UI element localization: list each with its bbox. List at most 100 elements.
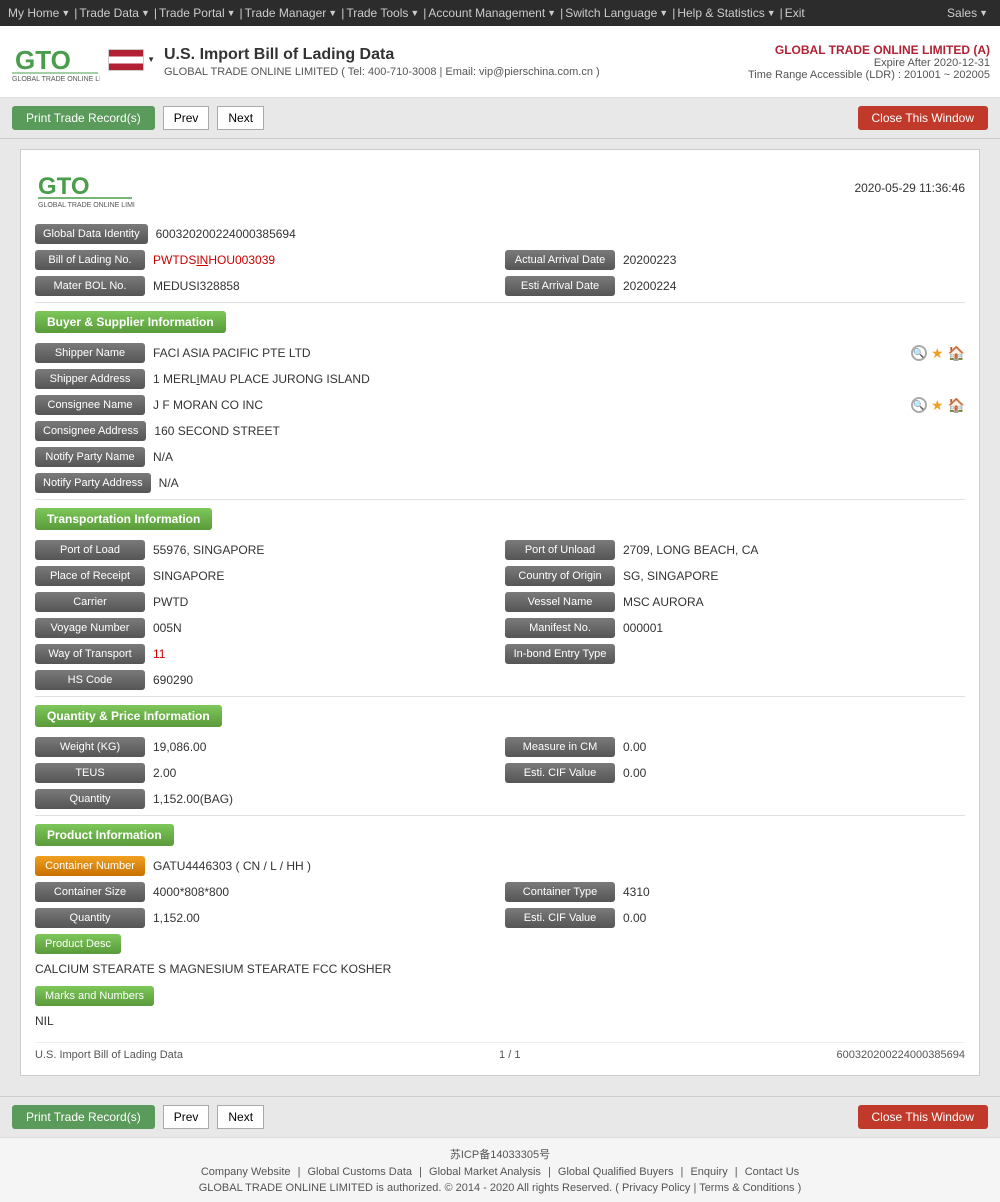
record-footer-center: 1 / 1 [499,1049,520,1061]
country-of-origin-value: SG, SINGAPORE [623,569,965,583]
nav-trade-data[interactable]: Trade Data ▼ [79,6,152,20]
nav-trade-tools[interactable]: Trade Tools ▼ [346,6,421,20]
prev-button-top[interactable]: Prev [163,106,210,130]
page-header: GTO GLOBAL TRADE ONLINE LIMITED U.S. Imp… [0,26,1000,98]
marks-label: Marks and Numbers [35,986,154,1006]
bol-no-label: Bill of Lading No. [35,250,145,270]
voyage-manifest-row: Voyage Number 005N Manifest No. 000001 [35,618,965,638]
nav-account-management[interactable]: Account Management ▼ [428,6,558,20]
transportation-title: Transportation Information [35,508,212,530]
global-data-identity-value: 600320200224000385694 [156,227,965,241]
vessel-name-value: MSC AURORA [623,595,965,609]
consignee-icons: 🔍 ★ 🏠 [911,397,965,414]
account-info: GLOBAL TRADE ONLINE LIMITED (A) Expire A… [748,43,990,81]
nav-switch-language[interactable]: Switch Language ▼ [565,6,670,20]
esti-arrival-value: 20200224 [623,279,965,293]
nav-trade-portal[interactable]: Trade Portal ▼ [159,6,238,20]
close-button-bottom[interactable]: Close This Window [858,1105,988,1129]
hs-code-label: HS Code [35,670,145,690]
vessel-name-col: Vessel Name MSC AURORA [505,592,965,612]
port-of-load-label: Port of Load [35,540,145,560]
buyer-supplier-section: Buyer & Supplier Information Shipper Nam… [35,311,965,493]
footer-global-customs[interactable]: Global Customs Data [308,1166,413,1178]
port-of-unload-col: Port of Unload 2709, LONG BEACH, CA [505,540,965,560]
esti-arrival-col: Esti Arrival Date 20200224 [505,276,965,296]
nav-exit[interactable]: Exit [785,6,805,20]
hs-code-value: 690290 [153,673,965,687]
prev-button-bottom[interactable]: Prev [163,1105,210,1129]
bol-no-value: PWTDSINHOU003039 [153,253,495,267]
header-title-area: U.S. Import Bill of Lading Data GLOBAL T… [164,46,600,78]
footer-contact-us[interactable]: Contact Us [745,1166,799,1178]
consignee-search-icon[interactable]: 🔍 [911,397,927,413]
nav-sales[interactable]: Sales ▼ [947,6,990,20]
way-of-transport-label: Way of Transport [35,644,145,664]
product-desc-value: CALCIUM STEARATE S MAGNESIUM STEARATE FC… [35,958,965,980]
nav-help-statistics[interactable]: Help & Statistics ▼ [677,6,777,20]
manifest-no-label: Manifest No. [505,618,615,638]
place-of-receipt-col: Place of Receipt SINGAPORE [35,566,495,586]
shipper-name-text: FACI ASIA PACIFIC PTE LTD [153,346,311,360]
footer-global-qualified-buyers[interactable]: Global Qualified Buyers [558,1166,674,1178]
next-button-top[interactable]: Next [217,106,264,130]
mater-bol-col: Mater BOL No. MEDUSI328858 [35,276,495,296]
shipper-search-icon[interactable]: 🔍 [911,345,927,361]
footer-company-website[interactable]: Company Website [201,1166,291,1178]
footer-terms-link[interactable]: Terms & Conditions [699,1182,794,1194]
manifest-no-value: 000001 [623,621,965,635]
way-of-transport-value: 11 [153,647,495,661]
shipper-address-value: 1 MERLIMAU PLACE JURONG ISLAND [153,372,965,386]
voyage-number-col: Voyage Number 005N [35,618,495,638]
product-section: Product Information Container Number GAT… [35,824,965,1032]
top-toolbar: Print Trade Record(s) Prev Next Close Th… [0,98,1000,139]
nav-separator: | [341,6,344,20]
global-data-identity-label: Global Data Identity [35,224,148,244]
manifest-no-col: Manifest No. 000001 [505,618,965,638]
teus-col: TEUS 2.00 [35,763,495,783]
shipper-home-icon[interactable]: 🏠 [948,345,965,362]
way-of-transport-col: Way of Transport 11 [35,644,495,664]
mater-bol-row: Mater BOL No. MEDUSI328858 Esti Arrival … [35,276,965,296]
footer-enquiry[interactable]: Enquiry [690,1166,727,1178]
teus-value: 2.00 [153,766,495,780]
shipper-address-row: Shipper Address 1 MERLIMAU PLACE JURONG … [35,369,965,389]
product-desc-label[interactable]: Product Desc [35,934,121,954]
icp-number: 苏ICP备14033305号 [12,1146,988,1162]
nav-separator: | [423,6,426,20]
marks-value: NIL [35,1010,965,1032]
close-button-top[interactable]: Close This Window [858,106,988,130]
shipper-star-icon[interactable]: ★ [931,345,944,362]
record-date: 2020-05-29 11:36:46 [854,181,965,195]
svg-text:GLOBAL TRADE ONLINE LIMITED: GLOBAL TRADE ONLINE LIMITED [12,76,100,83]
nav-trade-manager[interactable]: Trade Manager ▼ [245,6,340,20]
nav-my-home[interactable]: My Home ▼ [8,6,72,20]
global-data-identity-row: Global Data Identity 6003202002240003856… [35,224,965,244]
container-type-col: Container Type 4310 [505,882,965,902]
consignee-star-icon[interactable]: ★ [931,397,944,414]
product-esti-cif-col: Esti. CIF Value 0.00 [505,908,965,928]
measure-cm-value: 0.00 [623,740,965,754]
footer-privacy-link[interactable]: Privacy Policy [622,1182,690,1194]
company-link[interactable]: GLOBAL TRADE ONLINE LIMITED (A) [748,43,990,57]
teus-label: TEUS [35,763,145,783]
voyage-number-value: 005N [153,621,495,635]
nav-separator: | [560,6,563,20]
site-footer: 苏ICP备14033305号 Company Website | Global … [0,1137,1000,1202]
next-button-bottom[interactable]: Next [217,1105,264,1129]
footer-global-market[interactable]: Global Market Analysis [429,1166,541,1178]
consignee-home-icon[interactable]: 🏠 [948,397,965,414]
print-button-top[interactable]: Print Trade Record(s) [12,106,155,130]
notify-party-name-value: N/A [153,450,965,464]
container-number-value: GATU4446303 ( CN / L / HH ) [153,859,965,873]
place-of-receipt-value: SINGAPORE [153,569,495,583]
measure-cm-label: Measure in CM [505,737,615,757]
shipper-name-row: Shipper Name FACI ASIA PACIFIC PTE LTD 🔍… [35,343,965,363]
actual-arrival-col: Actual Arrival Date 20200223 [505,250,965,270]
card-header: GTO GLOBAL TRADE ONLINE LIMITED 2020-05-… [35,164,965,212]
flag-selector[interactable] [108,49,144,74]
logo: GTO GLOBAL TRADE ONLINE LIMITED [10,37,100,87]
product-esti-cif-label: Esti. CIF Value [505,908,615,928]
hs-code-row: HS Code 690290 [35,670,965,690]
actual-arrival-value: 20200223 [623,253,965,267]
print-button-bottom[interactable]: Print Trade Record(s) [12,1105,155,1129]
